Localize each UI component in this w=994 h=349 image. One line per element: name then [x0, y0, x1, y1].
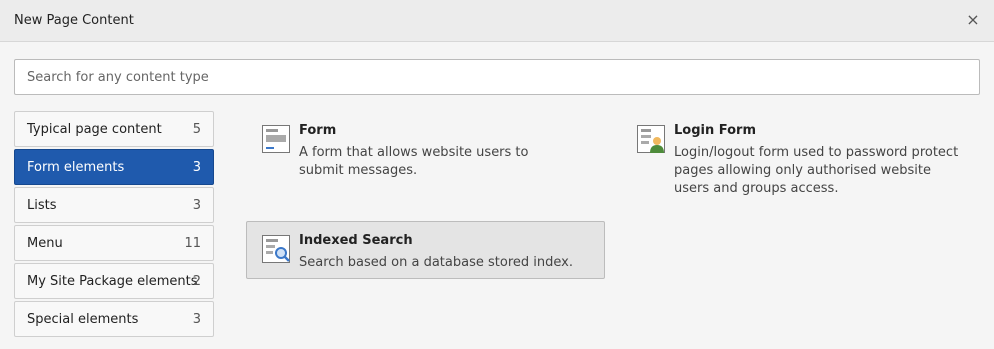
- item-description: Search based on a database stored index.: [299, 255, 573, 270]
- tab-count: 3: [192, 198, 201, 213]
- tab-label: Lists: [27, 198, 57, 213]
- tab-lists[interactable]: Lists 3: [14, 187, 214, 223]
- new-page-content-modal: New Page Content × Typical page content …: [0, 0, 994, 349]
- content-item-login-form[interactable]: Login Form Login/logout form used to pas…: [621, 111, 979, 209]
- category-tabs: Typical page content 5 Form elements 3 L…: [14, 111, 214, 339]
- tab-count: 2: [192, 274, 201, 289]
- item-title: Form: [299, 123, 337, 138]
- item-title: Indexed Search: [299, 233, 413, 248]
- tab-count: 3: [192, 312, 201, 327]
- content-item-form[interactable]: Form A form that allows website users to…: [246, 111, 604, 191]
- content-item-indexed-search[interactable]: Indexed Search Search based on a databas…: [246, 221, 605, 279]
- item-title: Login Form: [674, 123, 756, 138]
- indexed-search-icon: [262, 235, 290, 263]
- tab-menu[interactable]: Menu 11: [14, 225, 214, 261]
- item-description: Login/logout form used to password prote…: [674, 145, 959, 196]
- modal-header: New Page Content ×: [0, 0, 994, 42]
- tab-count: 11: [184, 236, 201, 251]
- search-input[interactable]: [15, 60, 979, 94]
- login-form-icon: [637, 125, 665, 153]
- close-icon[interactable]: ×: [966, 11, 980, 29]
- tab-label: My Site Package elements: [27, 274, 198, 289]
- search-field: [14, 59, 980, 95]
- tab-label: Special elements: [27, 312, 139, 327]
- tab-typical-page-content[interactable]: Typical page content 5: [14, 111, 214, 147]
- tab-special-elements[interactable]: Special elements 3: [14, 301, 214, 337]
- tab-my-site-package-elements[interactable]: My Site Package elements 2: [14, 263, 214, 299]
- tab-count: 3: [192, 160, 201, 175]
- modal-title: New Page Content: [14, 13, 134, 28]
- tab-count: 5: [192, 122, 201, 137]
- form-icon: [262, 125, 290, 153]
- tab-label: Form elements: [27, 160, 125, 175]
- tab-label: Menu: [27, 236, 63, 251]
- item-description: A form that allows website users to subm…: [299, 145, 529, 178]
- tab-label: Typical page content: [27, 122, 162, 137]
- tab-form-elements[interactable]: Form elements 3: [14, 149, 214, 185]
